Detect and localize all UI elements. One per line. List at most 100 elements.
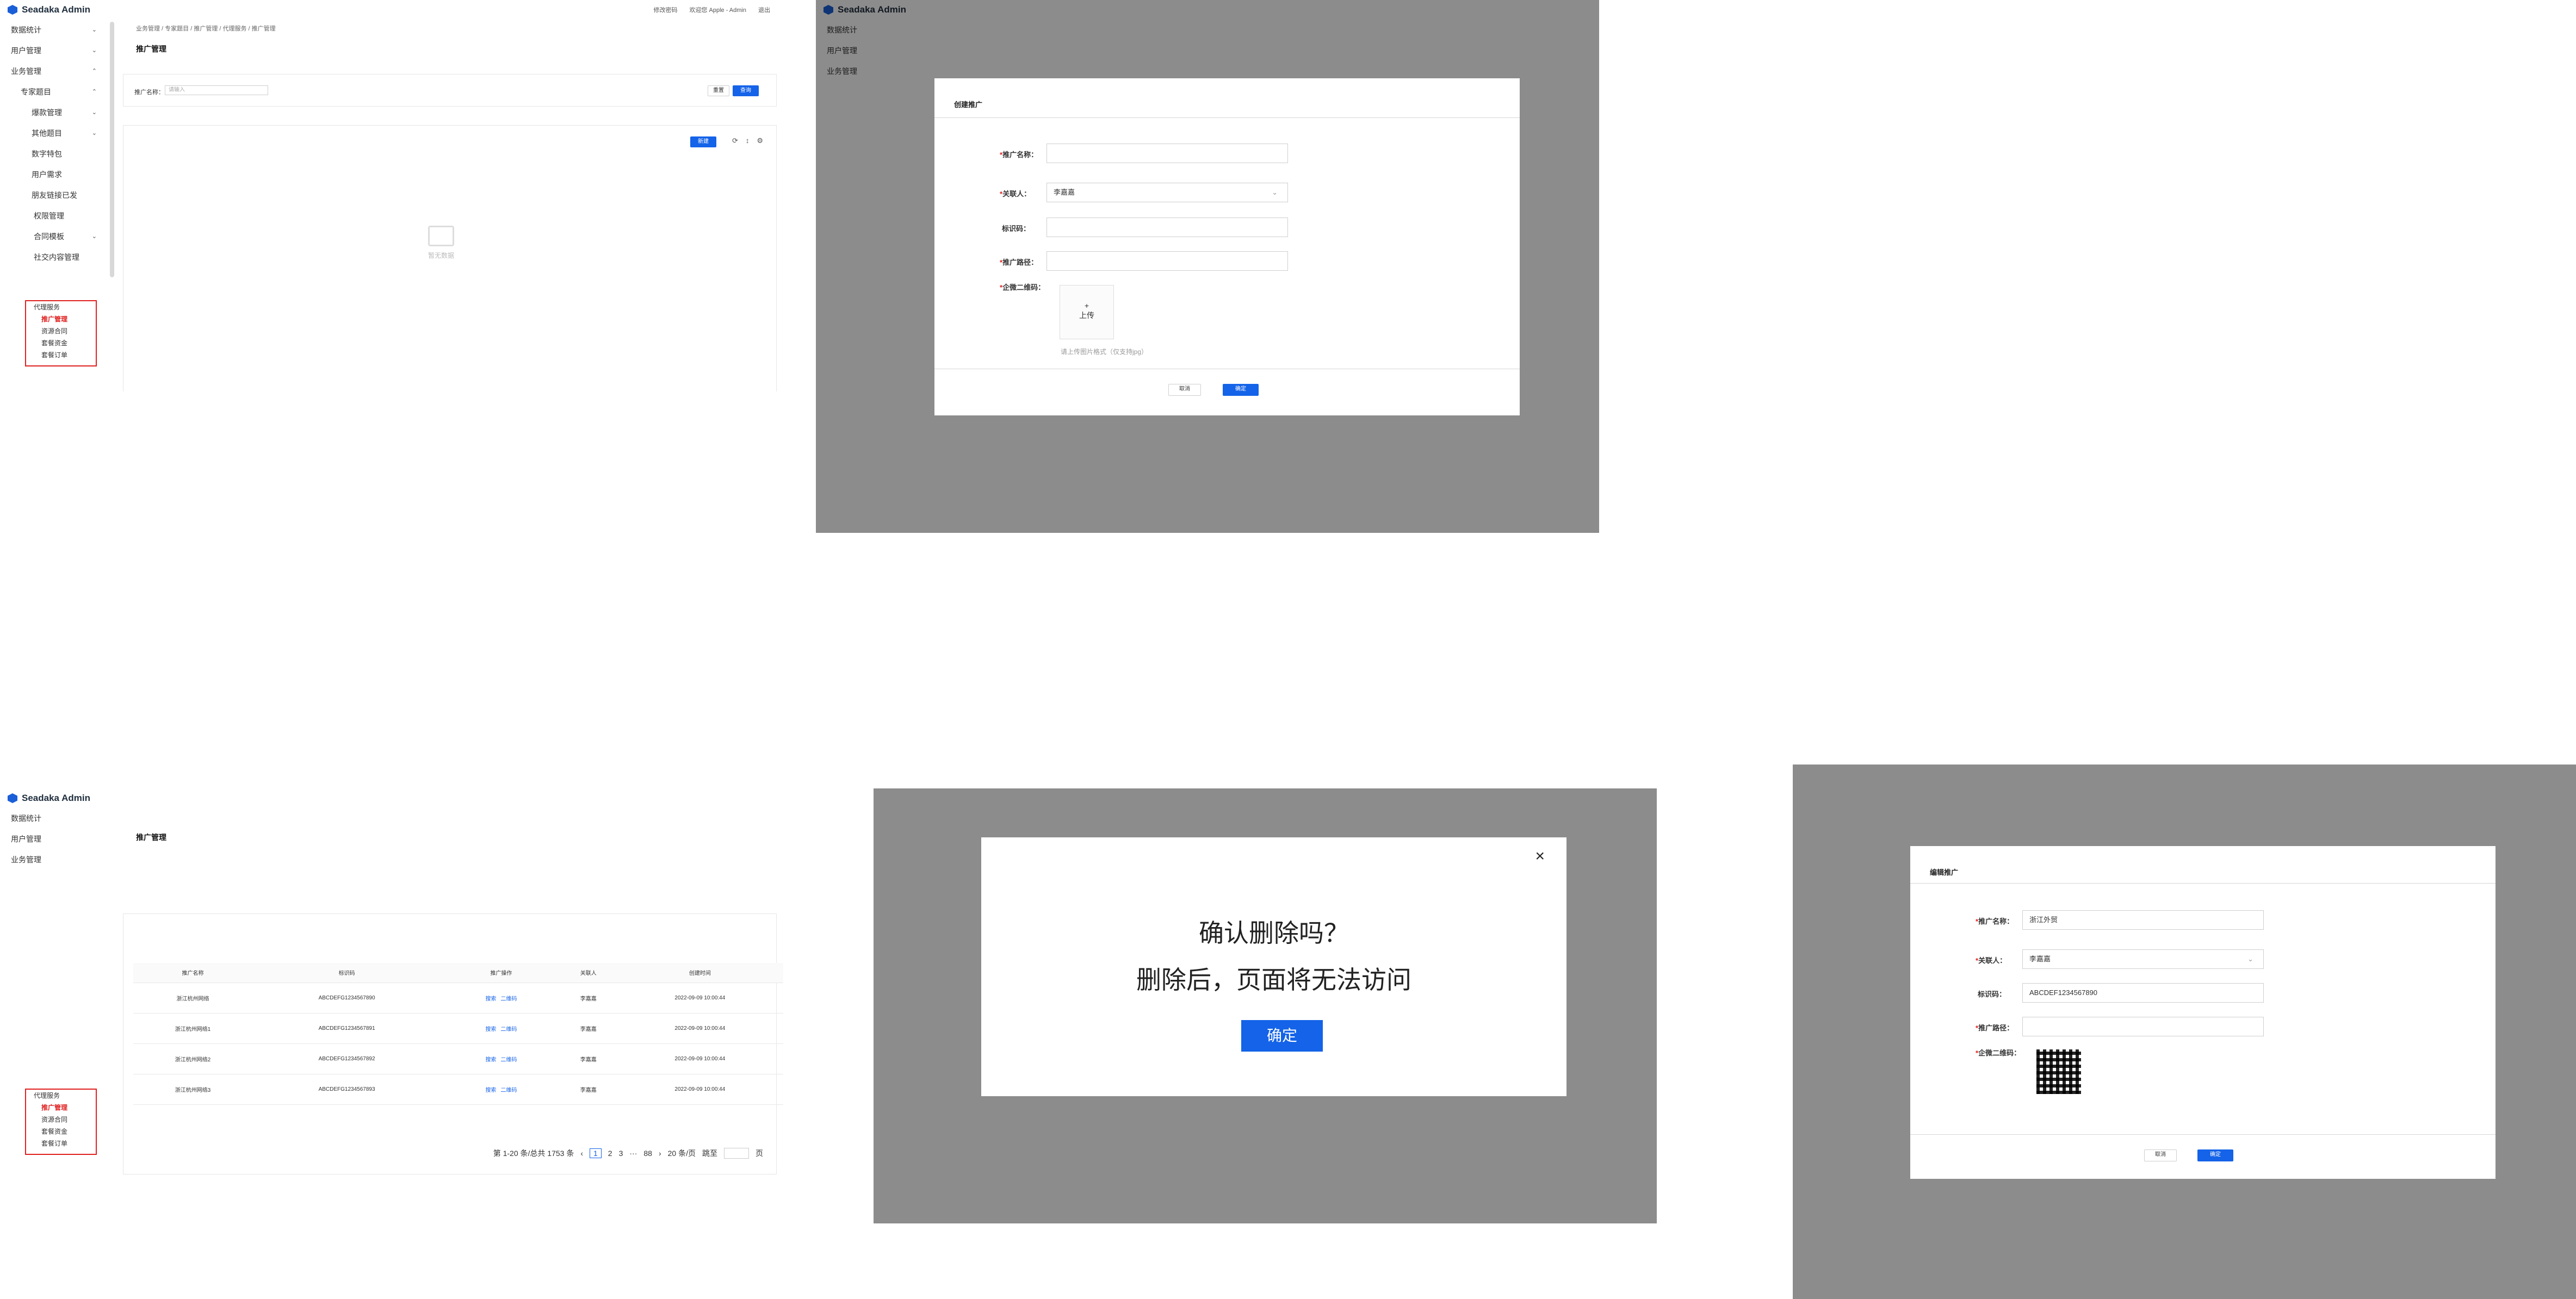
divider bbox=[1910, 1134, 2496, 1135]
sidebar-item-agent[interactable]: 代理服务 bbox=[26, 301, 96, 313]
jump-input[interactable] bbox=[724, 1148, 749, 1159]
qr-link[interactable]: 二维码 bbox=[500, 1057, 517, 1063]
add-button[interactable]: 新建 bbox=[690, 136, 716, 147]
sidebar-item-stats[interactable]: 数据统计 bbox=[0, 808, 113, 829]
sidebar-item-links[interactable]: 朋友链接已发 bbox=[0, 185, 113, 206]
qr-link[interactable]: 二维码 bbox=[500, 1087, 517, 1093]
sidebar-item-agent[interactable]: 代理服务 bbox=[26, 1090, 96, 1102]
sidebar: Seadaka Admin 数据统计 ⌄ 用户管理 ⌄ 业务管理 ⌃ 专家题目 ⌃ 爆款… bbox=[0, 0, 114, 391]
settings-icon[interactable]: ⚙ bbox=[757, 136, 763, 145]
cancel-button[interactable]: 取消 bbox=[2144, 1149, 2177, 1161]
sidebar-label: 数字特包 bbox=[32, 150, 62, 158]
page-number[interactable]: 3 bbox=[619, 1149, 623, 1158]
page-number[interactable]: 1 bbox=[590, 1148, 602, 1158]
sidebar-item-business[interactable]: 业务管理 bbox=[0, 849, 113, 870]
person-label: *关联人： bbox=[1000, 190, 1031, 198]
sidebar-item-order[interactable]: 套餐订单 bbox=[26, 1138, 96, 1149]
change-password-link[interactable]: 修改密码 bbox=[653, 5, 677, 14]
page-ellipsis[interactable]: ··· bbox=[629, 1149, 637, 1158]
empty-box-icon bbox=[428, 226, 454, 246]
page-number[interactable]: 2 bbox=[608, 1149, 612, 1158]
upload-box[interactable]: + 上传 bbox=[1060, 285, 1114, 339]
density-icon[interactable]: ↕ bbox=[746, 136, 750, 145]
logout-link[interactable]: 退出 bbox=[758, 5, 770, 14]
sidebar-item-users[interactable]: 用户管理 ⌄ bbox=[0, 40, 113, 61]
chevron-down-icon: ⌄ bbox=[2247, 955, 2253, 963]
page-number[interactable]: 88 bbox=[643, 1149, 652, 1158]
close-icon[interactable]: × bbox=[1535, 847, 1545, 866]
page-suffix: 页 bbox=[756, 1149, 763, 1158]
logo-icon bbox=[8, 793, 17, 803]
sidebar-label: 爆款管理 bbox=[32, 108, 62, 117]
person-select[interactable]: 李嘉嘉 ⌄ bbox=[2022, 949, 2264, 969]
search-input[interactable]: 请输入 bbox=[165, 85, 268, 95]
cell: 搜索 二维码 bbox=[441, 1013, 561, 1044]
reset-button[interactable]: 重置 bbox=[708, 85, 729, 96]
cell: 李嘉嘉 bbox=[561, 1074, 616, 1105]
sidebar-item-res[interactable]: 资源合同 bbox=[26, 325, 96, 337]
sidebar-item-hot[interactable]: 爆款管理 ⌄ bbox=[0, 102, 113, 123]
sidebar-item-fund[interactable]: 套餐资金 bbox=[26, 337, 96, 349]
prev-page-icon[interactable]: ‹ bbox=[580, 1149, 583, 1158]
path-input[interactable] bbox=[1046, 251, 1288, 271]
ok-button[interactable]: 确定 bbox=[1223, 384, 1259, 396]
search-link[interactable]: 搜索 bbox=[485, 1057, 496, 1063]
sidebar-item-digital[interactable]: 数字特包 bbox=[0, 144, 113, 164]
brand: Seadaka Admin bbox=[0, 788, 113, 808]
page-size-select[interactable]: 20 条/页 bbox=[668, 1148, 696, 1159]
query-button[interactable]: 查询 bbox=[733, 85, 759, 96]
sidebar-item-business[interactable]: 业务管理 ⌃ bbox=[0, 61, 113, 82]
ok-button[interactable]: 确定 bbox=[2197, 1149, 2233, 1161]
name-input[interactable]: 浙江外贸 bbox=[2022, 910, 2264, 930]
refresh-icon[interactable]: ⟳ bbox=[732, 136, 738, 145]
sidebar-item-social[interactable]: 社交内容管理 bbox=[0, 247, 113, 268]
sidebar-label: 朋友链接已发 bbox=[32, 191, 77, 200]
sidebar-item-promo[interactable]: 推广管理 bbox=[26, 313, 96, 325]
label-text: 推广名称： bbox=[1978, 917, 2014, 925]
highlight-box: 代理服务 推广管理 资源合同 套餐资金 套餐订单 bbox=[25, 300, 97, 366]
col-header: 创建时间 bbox=[615, 963, 783, 983]
qr-link[interactable]: 二维码 bbox=[500, 1027, 517, 1033]
code-input[interactable]: ABCDEF1234567890 bbox=[2022, 983, 2264, 1003]
col-header: 推广名称 bbox=[133, 963, 252, 983]
person-select[interactable]: 李嘉嘉 ⌄ bbox=[1046, 183, 1288, 202]
dialog-title: 编辑推广 bbox=[1930, 868, 1959, 877]
qr-code-image[interactable] bbox=[2034, 1047, 2083, 1096]
sidebar-item-fund[interactable]: 套餐资金 bbox=[26, 1126, 96, 1138]
sidebar-item-other[interactable]: 其他题目 ⌄ bbox=[0, 123, 113, 144]
qr-link[interactable]: 二维码 bbox=[500, 996, 517, 1002]
table-tools: ⟳ ↕ ⚙ bbox=[732, 136, 763, 145]
sidebar-item-perm[interactable]: 权限管理 bbox=[0, 206, 113, 226]
sidebar-item-expert[interactable]: 专家题目 ⌃ bbox=[0, 82, 113, 102]
sidebar-item-demand[interactable]: 用户需求 bbox=[0, 164, 113, 185]
code-input[interactable] bbox=[1046, 217, 1288, 237]
cell: ABCDEFG1234567891 bbox=[252, 1013, 442, 1044]
search-link[interactable]: 搜索 bbox=[485, 996, 496, 1002]
col-header: 推广操作 bbox=[441, 963, 561, 983]
code-label: 标识码： bbox=[1002, 223, 1030, 233]
sidebar-label: 推广管理 bbox=[41, 315, 68, 323]
confirm-ok-button[interactable]: 确定 bbox=[1241, 1020, 1323, 1052]
sidebar-item-stats[interactable]: 数据统计 ⌄ bbox=[0, 20, 113, 40]
input-value: 浙江外贸 bbox=[2029, 916, 2058, 924]
search-link[interactable]: 搜索 bbox=[485, 1087, 496, 1093]
sidebar-label: 套餐资金 bbox=[41, 1128, 68, 1135]
path-input[interactable] bbox=[2022, 1017, 2264, 1036]
col-header: 标识码 bbox=[252, 963, 442, 983]
sidebar-item-res[interactable]: 资源合同 bbox=[26, 1114, 96, 1126]
cell: 浙江杭州网络1 bbox=[133, 1013, 252, 1044]
sidebar-item-order[interactable]: 套餐订单 bbox=[26, 349, 96, 361]
cancel-button[interactable]: 取消 bbox=[1168, 384, 1201, 396]
name-input[interactable] bbox=[1046, 144, 1288, 163]
search-card: 推广名称： 请输入 重置 查询 bbox=[123, 74, 777, 107]
search-link[interactable]: 搜索 bbox=[485, 1027, 496, 1033]
sidebar-item-users[interactable]: 用户管理 bbox=[0, 829, 113, 849]
cell: ABCDEFG1234567890 bbox=[252, 983, 442, 1014]
cell: 搜索 二维码 bbox=[441, 983, 561, 1014]
next-page-icon[interactable]: › bbox=[659, 1149, 661, 1158]
sidebar-item-contract[interactable]: 合同模板 ⌄ bbox=[0, 226, 113, 247]
upload-hint: 请上传图片格式（仅支持jpg） bbox=[1061, 348, 1148, 356]
sidebar-item-promo[interactable]: 推广管理 bbox=[26, 1102, 96, 1114]
sidebar-scrollbar[interactable] bbox=[110, 22, 114, 277]
screen-empty-list: Seadaka Admin 数据统计 ⌄ 用户管理 ⌄ 业务管理 ⌃ 专家题目 ⌃ 爆款… bbox=[0, 0, 783, 391]
